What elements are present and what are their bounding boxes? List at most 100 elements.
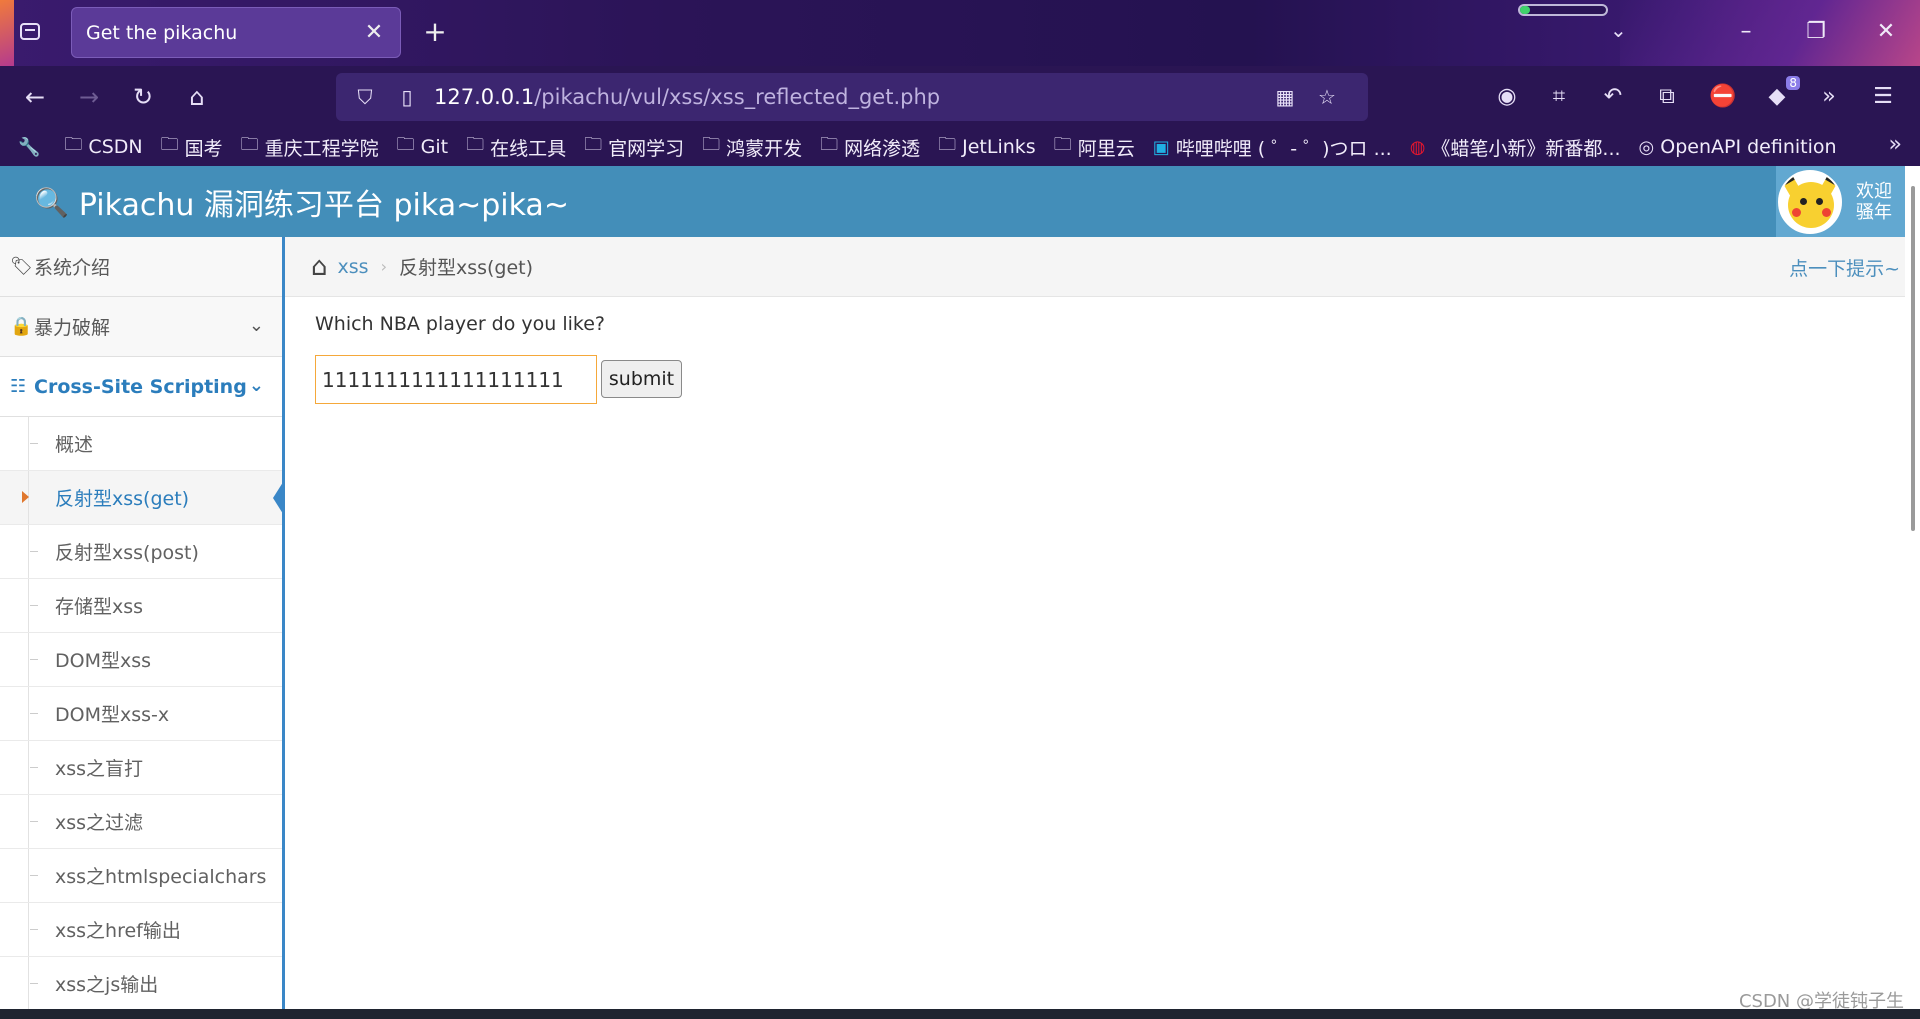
page-header: 🔍 Pikachu 漏洞练习平台 pika~pika~ 欢迎 骚年 [0,166,1920,237]
sidebar-item-bruteforce[interactable]: 🔒 暴力破解 ⌄ [0,297,282,357]
bookmark-harmony[interactable]: 🗀 鸿蒙开发 [702,132,802,162]
chevron-down-icon: ⌄ [248,315,264,336]
bookmarks-bar: 🔧 🗀 CSDN 🗀 国考 🗀 重庆工程学院 🗀 Git 🗀 在线工具 🗀 官网学习 🗀 鸿蒙… [0,128,1920,166]
qr-code-icon[interactable]: ▦ [1270,85,1300,109]
profile-avatar-icon[interactable]: ◉ [1490,80,1524,114]
bookmark-jetlinks[interactable]: 🗀 JetLinks [938,132,1036,162]
active-pointer [273,479,282,517]
list-icon: ☷ [10,376,27,397]
avatar [1778,169,1842,234]
submit-button[interactable]: submit [601,360,682,398]
extension-badge: 8 [1786,76,1800,90]
chevron-down-icon[interactable]: ⌄ [1610,18,1627,42]
url-host: 127.0.0.1 [434,85,535,109]
back-icon[interactable]: ← [18,80,52,114]
page-info-icon[interactable]: ▯ [392,85,422,109]
bookmark-aliyun[interactable]: 🗀 阿里云 [1054,132,1135,162]
folder-icon: 🗀 [938,134,957,155]
url-path: /pikachu/vul/xss/xss_reflected_get.php [534,85,941,109]
breadcrumb: ⌂ xss › 反射型xss(get) 点一下提示~ [285,237,1920,297]
folder-icon: 🗀 [64,134,83,155]
user-menu[interactable]: 欢迎 骚年 [1776,166,1906,237]
bookmark-official-learning[interactable]: 🗀 官网学习 [584,132,684,162]
browser-tab-active[interactable]: Get the pikachu ✕ [71,7,401,58]
adblock-icon[interactable]: ⛔ [1706,80,1740,114]
submenu-item[interactable]: 存储型xss [0,579,282,633]
undo-icon[interactable]: ↶ [1596,80,1630,114]
breadcrumb-separator-icon: › [380,257,387,276]
bookmark-online-tools[interactable]: 🗀 在线工具 [466,132,566,162]
folder-icon: 🗀 [702,134,721,155]
tags-icon: 🏷 [10,256,33,277]
submenu-item[interactable]: xss之js输出 [0,957,282,1009]
main-content: Which NBA player do you like? submit [285,297,1905,1009]
browser-nav-bar: ← → ↻ ⌂ ⛉ ▯ 127.0.0.1 /pikachu/vul/xss/x… [0,66,1920,128]
breadcrumb-xss-link[interactable]: xss [338,256,369,278]
extension-shield-icon[interactable]: ◆ 8 [1760,76,1800,114]
welcome-text: 欢迎 骚年 [1856,180,1892,223]
submenu-item[interactable]: xss之htmlspecialchars [0,849,282,903]
bookmark-star-icon[interactable]: ☆ [1312,85,1342,109]
submenu-item[interactable]: 概述 [0,417,282,471]
submenu-item[interactable]: DOM型xss-x [0,687,282,741]
folder-icon: 🗀 [466,134,485,155]
submenu-item[interactable]: xss之href输出 [0,903,282,957]
brand[interactable]: 🔍 Pikachu 漏洞练习平台 pika~pika~ [34,180,569,224]
player-name-input[interactable] [315,355,597,404]
breadcrumb-current: 反射型xss(get) [398,257,534,279]
submenu-item[interactable]: DOM型xss [0,633,282,687]
extensions-icon[interactable]: ⧉ [1650,80,1684,114]
globe-icon: ◎ [1638,136,1655,158]
caret-right-icon [22,491,29,503]
crop-icon[interactable]: ⌗ [1542,80,1576,114]
bookmark-git[interactable]: 🗀 Git [397,132,448,162]
memory-meter [1518,4,1608,16]
forward-icon[interactable]: → [72,80,106,114]
sidebar: 🏷 系统介绍 🔒 暴力破解 ⌄ ☷ Cross-Site Scripting ⌄… [0,237,285,1009]
taskbar-edge [0,1009,1920,1019]
key-icon: 🔍 [34,185,69,219]
tab-list-icon[interactable] [12,13,48,49]
submenu-item-active[interactable]: 反射型xss(get) [0,471,282,525]
bookmark-cqie[interactable]: 🗀 重庆工程学院 [241,132,379,162]
new-tab-button[interactable]: + [418,14,452,50]
bookmark-guokao[interactable]: 🗀 国考 [161,132,223,162]
bookmark-bilibili[interactable]: ▣ 哔哩哔哩 ( ゜- ゜)つロ ... [1153,134,1392,161]
folder-icon: 🗀 [584,134,603,155]
hint-link[interactable]: 点一下提示~ [1789,254,1900,281]
submenu-item[interactable]: xss之盲打 [0,741,282,795]
submenu-item[interactable]: xss之过滤 [0,795,282,849]
home-icon[interactable]: ⌂ [180,80,214,114]
browser-tab-bar: Get the pikachu ✕ + ⌄ – ❐ ✕ [0,0,1920,66]
bookmark-crayon[interactable]: ◍ 《蜡笔小新》新番都... [1410,134,1621,161]
folder-icon: 🗀 [820,134,839,155]
bookmark-csdn[interactable]: 🗀 CSDN [64,132,142,162]
restore-icon[interactable]: ❐ [1796,14,1836,50]
folder-icon: 🗀 [396,134,415,155]
submenu-item[interactable]: 反射型xss(post) [0,525,282,579]
address-bar[interactable]: ⛉ ▯ 127.0.0.1 /pikachu/vul/xss/xss_refle… [336,73,1368,121]
sidebar-item-xss[interactable]: ☷ Cross-Site Scripting ⌄ [0,357,282,417]
chevron-down-icon: ⌄ [248,375,264,396]
sidebar-item-intro[interactable]: 🏷 系统介绍 [0,237,282,297]
minimize-icon[interactable]: – [1726,14,1766,50]
bookmark-pentest[interactable]: 🗀 网络渗透 [820,132,920,162]
folder-icon: 🗀 [240,134,259,155]
bilibili-icon: ▣ [1152,136,1170,158]
weibo-icon: ◍ [1409,136,1426,158]
home-icon[interactable]: ⌂ [311,252,328,282]
more-tools-icon[interactable]: » [1812,80,1846,114]
menu-icon[interactable]: ☰ [1866,80,1900,114]
wrench-icon[interactable]: 🔧 [18,137,46,158]
shield-icon[interactable]: ⛉ [350,85,380,109]
page-scrollbar[interactable] [1905,166,1920,1009]
close-window-icon[interactable]: ✕ [1866,14,1906,50]
reload-icon[interactable]: ↻ [126,80,160,114]
folder-icon: 🗀 [1053,134,1072,155]
close-tab-icon[interactable]: ✕ [362,20,386,45]
bookmark-openapi[interactable]: ◎ OpenAPI definition [1639,136,1837,158]
bookmarks-overflow-icon[interactable]: » [1889,132,1902,157]
question-label: Which NBA player do you like? [315,313,606,335]
scrollbar-thumb[interactable] [1911,186,1915,531]
tab-title: Get the pikachu [86,21,238,44]
